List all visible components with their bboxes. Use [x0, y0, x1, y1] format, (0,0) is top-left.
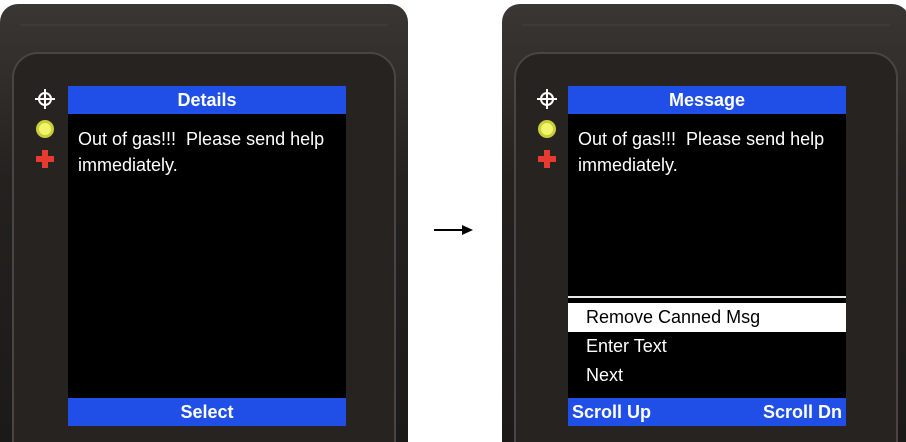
crosshair-icon — [537, 89, 557, 109]
menu-item-remove-canned-msg[interactable]: Remove Canned Msg — [568, 303, 846, 332]
screen: Message Out of gas!!! Please send help i… — [568, 86, 846, 426]
message-text: Out of gas!!! Please send help immediate… — [578, 129, 830, 175]
message-text: Out of gas!!! Please send help immediate… — [78, 129, 330, 175]
screen-header: Details — [68, 86, 346, 114]
device-left: Details Out of gas!!! Please send help i… — [0, 4, 408, 442]
softkey-select[interactable]: Select — [68, 398, 346, 426]
crosshair-icon — [35, 89, 55, 109]
plus-icon — [36, 150, 54, 168]
softkey-scroll-down[interactable]: Scroll Dn — [763, 398, 842, 426]
options-menu: Remove Canned Msg Enter Text Next — [568, 303, 846, 390]
status-led-icon — [538, 120, 556, 138]
screen: Details Out of gas!!! Please send help i… — [68, 86, 346, 426]
device-top-edge — [20, 24, 388, 26]
menu-divider — [568, 296, 846, 298]
softkey-bar: Scroll Up Scroll Dn — [568, 398, 846, 426]
softkey-scroll-up[interactable]: Scroll Up — [572, 398, 651, 426]
status-led-icon — [36, 120, 54, 138]
menu-item-next[interactable]: Next — [568, 361, 846, 390]
menu-item-enter-text[interactable]: Enter Text — [568, 332, 846, 361]
device-right: Message Out of gas!!! Please send help i… — [502, 4, 906, 442]
screen-header: Message — [568, 86, 846, 114]
plus-icon — [538, 150, 556, 168]
device-top-edge — [522, 24, 890, 26]
transition-arrow-icon — [434, 225, 473, 235]
